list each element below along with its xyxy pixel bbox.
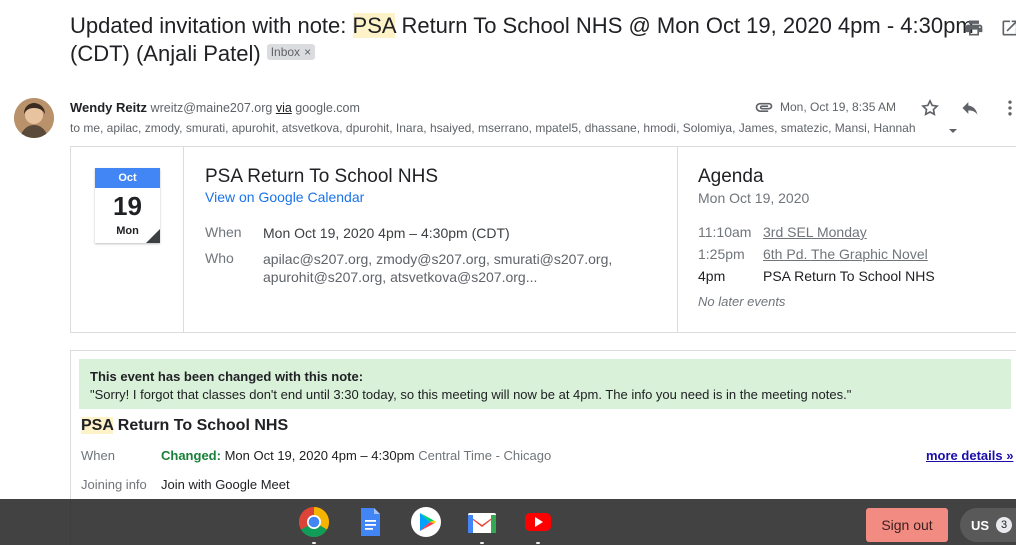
recipients-list: to me, apilac, zmody, smurati, apurohit,… <box>70 121 916 135</box>
via-domain: google.com <box>295 101 360 115</box>
no-later-events: No later events <box>698 294 786 309</box>
agenda-item: 11:10am 3rd SEL Monday <box>698 224 1016 240</box>
sender-email: wreitz@maine207.org <box>150 101 273 115</box>
input-language: US <box>971 518 990 533</box>
remove-label-icon[interactable]: × <box>304 45 311 59</box>
change-note-text: "Sorry! I forgot that classes don't end … <box>90 387 852 402</box>
running-indicator <box>480 542 484 544</box>
guest-email[interactable]: apurohit@s207.org <box>263 269 382 285</box>
docs-icon[interactable] <box>354 506 386 538</box>
attachment-icon <box>754 97 774 117</box>
invitation-timezone: Central Time - Chicago <box>418 448 552 463</box>
status-tray[interactable]: US 3 <box>960 508 1016 542</box>
agenda-column: Agenda Mon Oct 19, 2020 11:10am 3rd SEL M… <box>679 147 1016 332</box>
inbox-label-text: Inbox <box>270 45 301 60</box>
youtube-icon[interactable] <box>522 506 554 544</box>
os-shelf <box>0 499 1016 545</box>
show-details-chevron-icon[interactable] <box>948 123 958 133</box>
calendar-invite-card: Oct 19 Mon PSA Return To School NHS View… <box>70 146 1016 333</box>
chrome-icon[interactable] <box>298 506 330 544</box>
invitation-when-value: Changed: Mon Oct 19, 2020 4pm – 4:30pm C… <box>161 448 551 463</box>
inbox-label-badge: Inbox × <box>266 44 316 61</box>
guest-email[interactable]: atsvetkova@s207.org... <box>390 269 537 285</box>
agenda-item-title: PSA Return To School NHS <box>763 268 935 284</box>
calendar-date-column: Oct 19 Mon <box>71 147 184 332</box>
running-indicator <box>312 542 316 544</box>
agenda-title: Agenda <box>698 166 764 187</box>
reply-icon[interactable] <box>960 98 980 118</box>
email-subject: Updated invitation with note: PSA Return… <box>70 12 1000 68</box>
page-fold-icon <box>146 229 160 243</box>
invitation-title-rest: Return To School NHS <box>113 417 289 434</box>
agenda-date: Mon Oct 19, 2020 <box>698 190 810 206</box>
date-tile-day: 19 <box>113 191 142 221</box>
star-icon[interactable] <box>920 98 940 118</box>
view-on-google-calendar-link[interactable]: View on Google Calendar <box>205 189 364 205</box>
sign-out-button[interactable]: Sign out <box>866 508 948 542</box>
guest-email[interactable]: smurati@s207.org, <box>494 251 612 267</box>
changed-label: Changed: <box>161 448 221 463</box>
calendar-date-tile[interactable]: Oct 19 Mon <box>95 168 160 243</box>
who-label: Who <box>205 250 234 266</box>
sender-name[interactable]: Wendy Reitz <box>70 100 147 115</box>
guest-email[interactable]: zmody@s207.org <box>376 251 486 267</box>
agenda-item-title[interactable]: 6th Pd. The Graphic Novel <box>763 246 928 262</box>
change-note-heading: This event has been changed with this no… <box>90 369 364 384</box>
email-date: Mon, Oct 19, 8:35 AM <box>780 100 897 114</box>
agenda-item-current: 4pm PSA Return To School NHS <box>698 268 1016 284</box>
who-list: apilac@s207.org, zmody@s207.org, smurati… <box>263 251 613 285</box>
invitation-when-label: When <box>81 448 115 463</box>
event-title: PSA Return To School NHS <box>205 166 439 187</box>
more-details-link[interactable]: more details » <box>926 448 1013 463</box>
print-icon[interactable] <box>964 18 984 38</box>
via-link[interactable]: via <box>276 101 292 115</box>
joining-info-label: Joining info <box>81 477 147 492</box>
subject-prefix: Updated invitation with note: <box>70 13 353 38</box>
invitation-title-highlight: PSA <box>81 417 114 434</box>
when-value: Mon Oct 19, 2020 4pm – 4:30pm (CDT) <box>263 225 510 241</box>
sender-line: Wendy Reitz wreitz@maine207.org via goog… <box>70 100 360 115</box>
invitation-when-time: Mon Oct 19, 2020 4pm – 4:30pm <box>224 448 415 463</box>
join-google-meet-link[interactable]: Join with Google Meet <box>161 477 290 492</box>
agenda-item-time: 11:10am <box>698 224 752 240</box>
agenda-item-time: 1:25pm <box>698 246 745 262</box>
when-label: When <box>205 224 242 240</box>
gmail-icon[interactable] <box>466 506 498 544</box>
open-in-new-window-icon[interactable] <box>1000 18 1016 38</box>
invitation-title: PSA Return To School NHS <box>81 417 288 435</box>
subject-highlight: PSA <box>352 13 396 38</box>
date-tile-month: Oct <box>95 168 160 188</box>
change-note-box: This event has been changed with this no… <box>79 359 1011 409</box>
event-details-column: PSA Return To School NHS View on Google … <box>185 147 678 332</box>
more-options-icon[interactable] <box>1000 98 1016 118</box>
agenda-item: 1:25pm 6th Pd. The Graphic Novel <box>698 246 1016 262</box>
running-indicator <box>536 542 540 544</box>
play-store-icon[interactable] <box>410 506 442 538</box>
sender-avatar[interactable] <box>14 98 54 138</box>
agenda-item-title[interactable]: 3rd SEL Monday <box>763 224 867 240</box>
notification-count-badge: 3 <box>996 517 1012 533</box>
guest-email[interactable]: apilac@s207.org <box>263 251 368 267</box>
agenda-item-time: 4pm <box>698 268 726 284</box>
